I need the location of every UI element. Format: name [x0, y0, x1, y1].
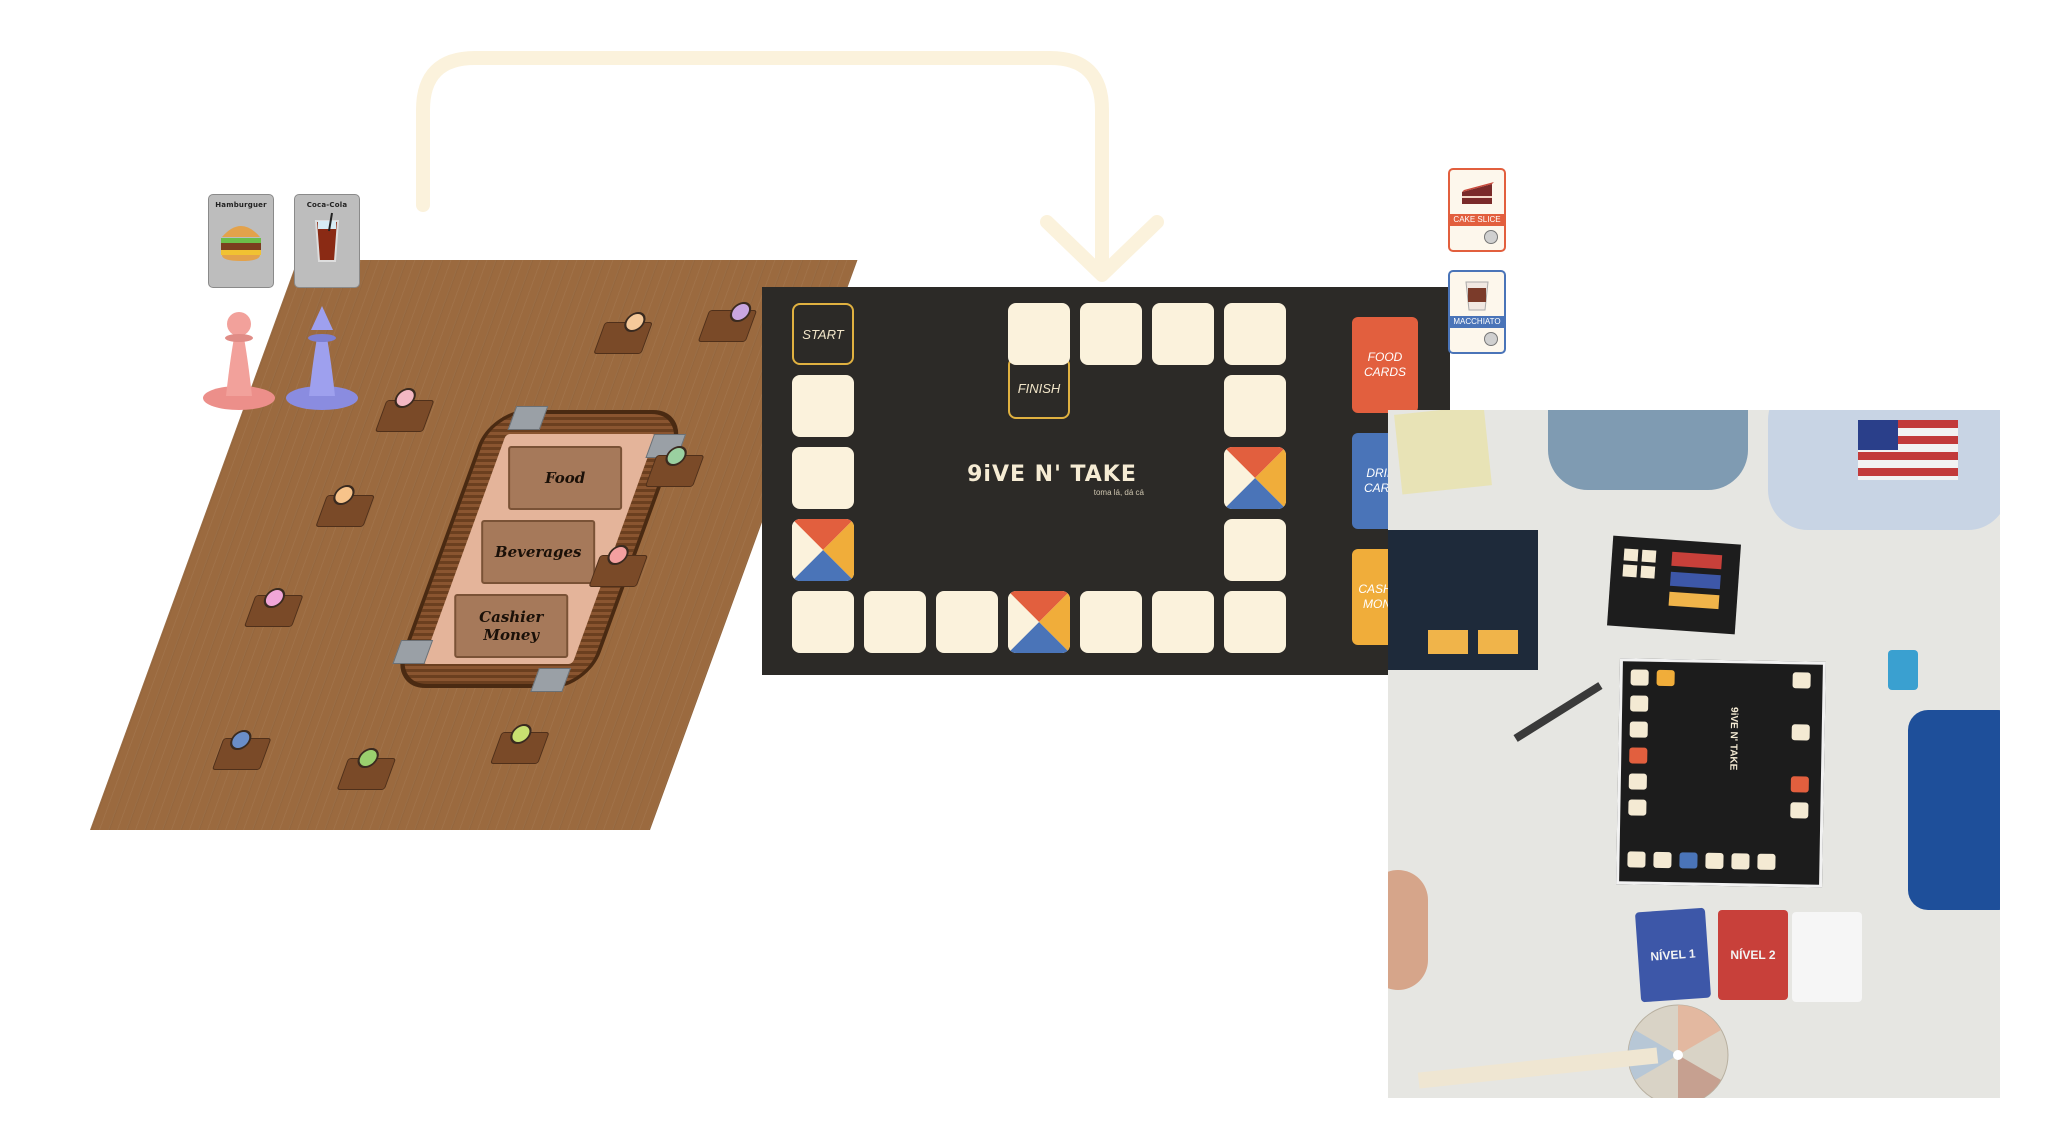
- pink-pawn-icon[interactable]: [200, 300, 278, 412]
- board-tile[interactable]: [936, 591, 998, 653]
- bar-counter: Food Beverages Cashier Money: [389, 406, 689, 692]
- counter-slot-cashier-money[interactable]: Cashier Money: [454, 594, 569, 658]
- start-tile[interactable]: START: [792, 303, 854, 365]
- board-slot: [1478, 630, 1518, 654]
- player-mat: [1607, 535, 1741, 635]
- macchiato-card[interactable]: MACCHIATO: [1448, 270, 1506, 354]
- cake-slice-card[interactable]: CAKE SLICE: [1448, 168, 1506, 252]
- soda-glass-icon: [314, 212, 340, 262]
- pen: [1513, 682, 1603, 742]
- board-tile[interactable]: [792, 591, 854, 653]
- photo-board-logo: 9iVE N' TAKE: [1727, 706, 1740, 771]
- blank-deck: [1792, 912, 1862, 1002]
- finish-label: FINISH: [1017, 380, 1061, 396]
- food-cards-deck[interactable]: FOOD CARDS: [1352, 317, 1418, 413]
- deck-label: NÍVEL 2: [1730, 948, 1776, 962]
- hamburger-card[interactable]: Hamburguer: [208, 194, 274, 288]
- card-label: Coca-Cola: [306, 201, 348, 209]
- player-arm: [1548, 410, 1748, 490]
- board-tile[interactable]: [1224, 303, 1286, 365]
- counter-slot-beverages[interactable]: Beverages: [481, 520, 596, 584]
- flag-shirt-icon: [1858, 420, 1958, 480]
- start-label: START: [802, 326, 844, 342]
- board-tile[interactable]: [1224, 591, 1286, 653]
- card-label: CAKE SLICE: [1450, 214, 1504, 226]
- game-logo: 9iVE N' TAKE: [967, 462, 1137, 487]
- macchiato-icon: [1465, 281, 1489, 311]
- event-tile-icon[interactable]: [792, 519, 854, 581]
- counter-slot-food[interactable]: Food: [508, 446, 623, 510]
- finish-tile[interactable]: FINISH: [1008, 357, 1070, 419]
- game-tagline: toma lá, dá cá: [1093, 488, 1144, 497]
- board-tile[interactable]: [864, 591, 926, 653]
- board-tile[interactable]: [1224, 375, 1286, 437]
- card-label: Hamburguer: [215, 201, 267, 209]
- pencil-case: [1908, 710, 2000, 910]
- printed-game-board: START FINISH 9iVE N' TAKE toma lá, dá cá: [762, 287, 1450, 675]
- level-2-deck: NÍVEL 2: [1718, 910, 1788, 1000]
- board-tile[interactable]: [1152, 591, 1214, 653]
- token-icon: [1888, 650, 1918, 690]
- counter-corner: [507, 406, 549, 430]
- photo-game-board: 9iVE N' TAKE: [1616, 658, 1826, 888]
- board-slot: [1428, 630, 1468, 654]
- player-hand: [1388, 870, 1428, 990]
- board-tile[interactable]: [792, 447, 854, 509]
- board-tile[interactable]: [1080, 303, 1142, 365]
- coin-icon: [1484, 230, 1498, 244]
- board-tile[interactable]: [792, 375, 854, 437]
- event-tile-icon[interactable]: [1224, 447, 1286, 509]
- counter-corner: [530, 668, 571, 692]
- board-tile[interactable]: [1152, 303, 1214, 365]
- play-money: [1394, 410, 1492, 495]
- hamburger-icon: [221, 226, 261, 261]
- playtest-photo: 9iVE N' TAKE NÍVEL 1 NÍVEL 2: [1388, 410, 2000, 1098]
- coca-cola-card[interactable]: Coca-Cola: [294, 194, 360, 288]
- coin-icon: [1484, 332, 1498, 346]
- deck-label: NÍVEL 1: [1649, 946, 1696, 964]
- cake-slice-icon: [1462, 182, 1494, 204]
- level-1-deck: NÍVEL 1: [1634, 907, 1712, 1003]
- board-tile[interactable]: [1080, 591, 1142, 653]
- card-label: MACCHIATO: [1450, 316, 1504, 328]
- board-tile[interactable]: [1224, 519, 1286, 581]
- blue-pawn-icon[interactable]: [283, 300, 361, 412]
- event-tile-icon[interactable]: [1008, 591, 1070, 653]
- board-tile[interactable]: [1008, 303, 1070, 365]
